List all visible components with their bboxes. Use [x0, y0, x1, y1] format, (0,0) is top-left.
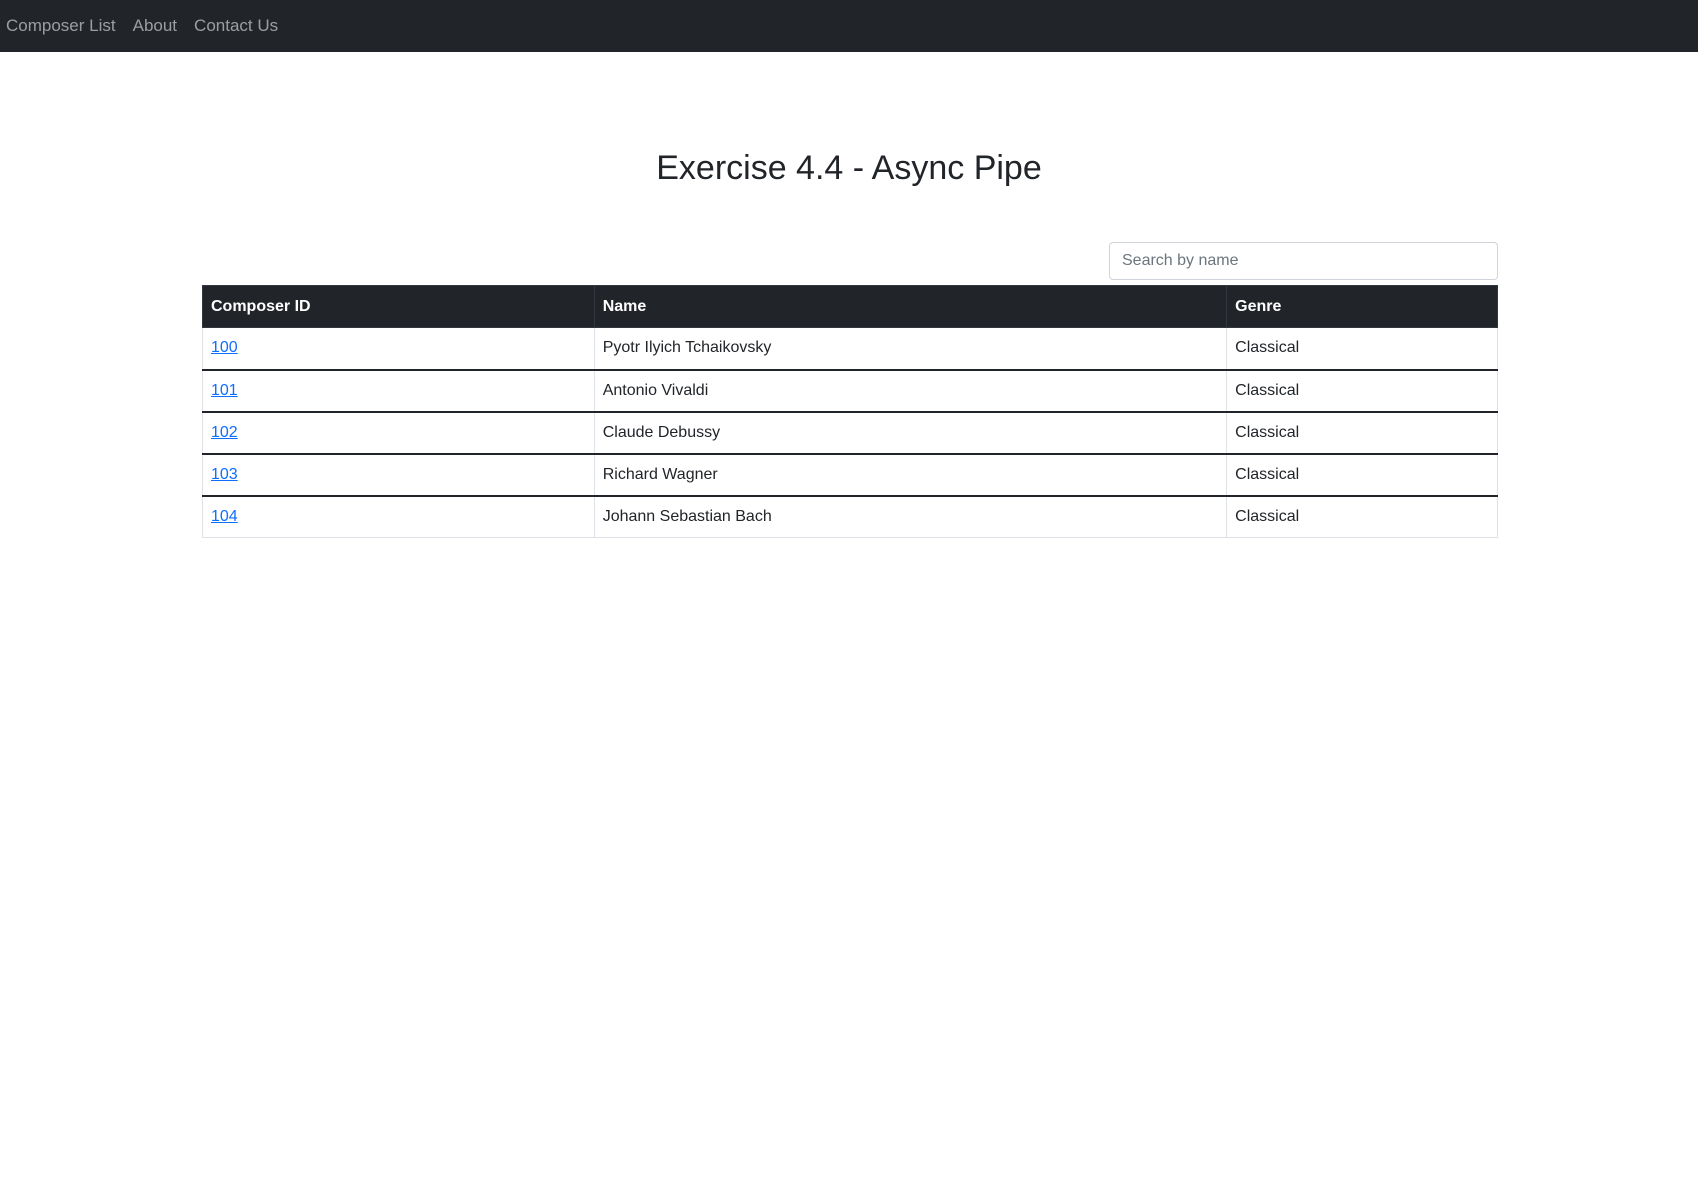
column-header-genre: Genre	[1226, 285, 1498, 328]
composer-genre-cell: Classical	[1226, 369, 1498, 413]
composer-id-link[interactable]: 104	[211, 508, 238, 525]
table-header-row: Composer ID Name Genre	[202, 285, 1498, 328]
nav-link-about[interactable]: About	[133, 0, 177, 52]
composer-id-cell: 103	[202, 453, 595, 497]
composer-name-cell: Richard Wagner	[593, 453, 1228, 497]
nav-link-composer-list[interactable]: Composer List	[6, 0, 116, 52]
nav-link-contact-us[interactable]: Contact Us	[194, 0, 278, 52]
table-row: 100 Pyotr Ilyich Tchaikovsky Classical	[202, 327, 1498, 371]
composer-id-link[interactable]: 100	[211, 339, 238, 356]
column-header-name: Name	[593, 285, 1228, 328]
composer-id-link[interactable]: 103	[211, 466, 238, 483]
composer-genre-cell: Classical	[1226, 495, 1498, 538]
table-header: Composer ID Name Genre	[202, 285, 1498, 328]
composer-name-cell: Antonio Vivaldi	[593, 369, 1228, 413]
table-row: 104 Johann Sebastian Bach Classical	[202, 495, 1498, 538]
composer-id-cell: 101	[202, 369, 595, 413]
composer-id-cell: 100	[202, 327, 595, 371]
composer-name-cell: Claude Debussy	[593, 411, 1228, 455]
column-header-composer-id: Composer ID	[202, 285, 595, 328]
composer-id-cell: 104	[202, 495, 595, 538]
search-input[interactable]	[1109, 242, 1498, 280]
table-body: 100 Pyotr Ilyich Tchaikovsky Classical 1…	[202, 327, 1498, 538]
top-navbar: Composer List About Contact Us	[0, 0, 1698, 52]
composer-name-cell: Johann Sebastian Bach	[593, 495, 1228, 538]
composer-id-link[interactable]: 101	[211, 382, 238, 399]
page-title: Exercise 4.4 - Async Pipe	[656, 149, 1042, 187]
composer-genre-cell: Classical	[1226, 327, 1498, 371]
composer-id-link[interactable]: 102	[211, 424, 238, 441]
table-row: 103 Richard Wagner Classical	[202, 453, 1498, 497]
table-row: 102 Claude Debussy Classical	[202, 411, 1498, 455]
composer-name-cell: Pyotr Ilyich Tchaikovsky	[593, 327, 1228, 371]
table-row: 101 Antonio Vivaldi Classical	[202, 369, 1498, 413]
composer-genre-cell: Classical	[1226, 411, 1498, 455]
composer-genre-cell: Classical	[1226, 453, 1498, 497]
composer-id-cell: 102	[202, 411, 595, 455]
composer-table: Composer ID Name Genre 100 Pyotr Ilyich …	[202, 285, 1498, 538]
